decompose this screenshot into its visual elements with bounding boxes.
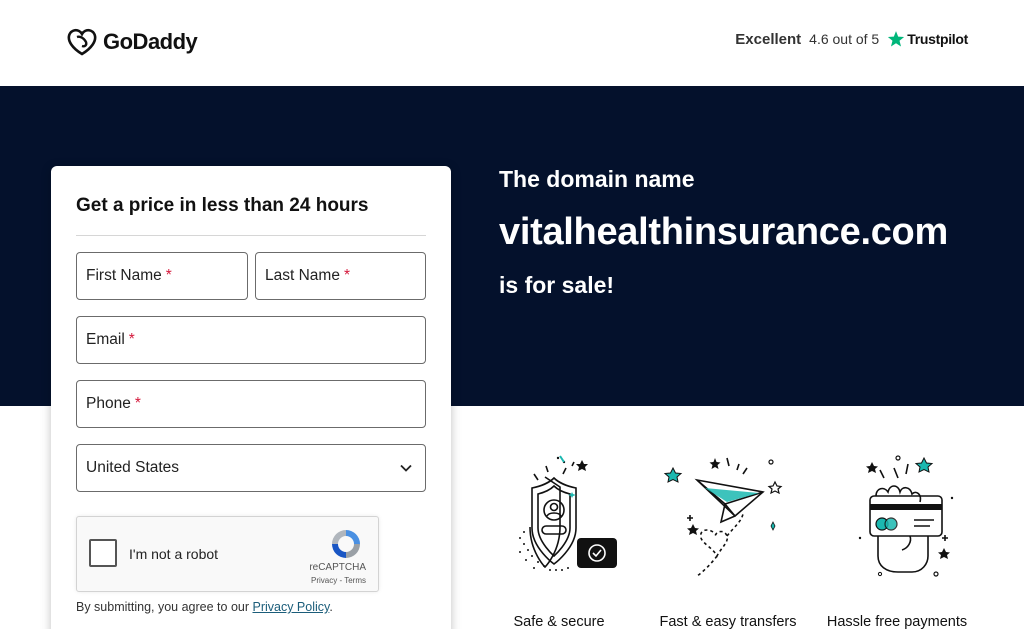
domain-name: vitalhealthinsurance.com: [499, 211, 948, 253]
recaptcha-logo: [326, 527, 366, 561]
rating-score: 4.6 out of 5: [809, 31, 880, 47]
privacy-policy-link[interactable]: Privacy Policy: [252, 600, 329, 614]
shield-icon: [519, 455, 617, 571]
disclaimer-text: By submitting, you agree to our: [76, 600, 253, 614]
hero-text: The domain name vitalhealthinsurance.com…: [499, 166, 948, 299]
email-label: Email: [86, 331, 125, 348]
first-name-field[interactable]: First Name *: [76, 252, 248, 300]
last-name-field[interactable]: Last Name *: [255, 252, 426, 300]
last-name-label: Last Name: [265, 267, 340, 284]
recaptcha-checkbox[interactable]: [89, 539, 117, 567]
feature-label: Fast & easy transfers: [659, 614, 797, 629]
trustpilot-label: Trustpilot: [907, 31, 968, 47]
star-icon: [888, 31, 905, 47]
feature-hassle-free-payments: Hassle free payments: [822, 452, 972, 629]
feature-label: Safe & secure: [513, 614, 605, 629]
phone-field[interactable]: Phone *: [76, 380, 426, 428]
paper-plane-icon: [663, 457, 783, 577]
recaptcha-widget: I'm not a robot reCAPTCHA Privacy - Term…: [76, 516, 379, 592]
trustpilot-rating[interactable]: Excellent 4.6 out of 5 Trustpilot: [735, 30, 968, 48]
disclaimer-suffix: .: [329, 600, 333, 614]
country-select[interactable]: United States: [76, 444, 426, 492]
feature-label: Hassle free payments: [826, 614, 968, 629]
recaptcha-icon: [332, 530, 360, 558]
rating-word: Excellent: [735, 30, 802, 48]
country-value: United States: [86, 459, 180, 476]
email-field[interactable]: Email *: [76, 316, 426, 364]
required-mark: *: [128, 331, 135, 348]
header: GoDaddy Excellent 4.6 out of 5 Trustpilo…: [0, 0, 1024, 86]
phone-label: Phone: [86, 395, 131, 412]
godaddy-logo-icon: [67, 28, 97, 56]
chevron-down-icon: [400, 464, 412, 472]
trustpilot-brand: Trustpilot: [887, 30, 968, 48]
recaptcha-links: Privacy - Terms: [311, 576, 366, 585]
recaptcha-terms-link[interactable]: Terms: [344, 576, 366, 585]
privacy-disclaimer: By submitting, you agree to our Privacy …: [76, 600, 333, 614]
hero-for-sale: is for sale!: [499, 272, 615, 298]
brand-name: GoDaddy: [103, 29, 198, 54]
form-title: Get a price in less than 24 hours: [76, 195, 369, 216]
form-divider: [76, 235, 426, 236]
feature-safe-secure: Safe & secure: [484, 452, 634, 629]
card-hand-icon: [858, 455, 954, 577]
feature-fast-transfers: Fast & easy transfers: [653, 452, 803, 629]
required-mark: *: [343, 267, 350, 284]
first-name-label: First Name: [86, 267, 162, 284]
recaptcha-privacy-link[interactable]: Privacy: [311, 576, 337, 585]
hero-intro: The domain name: [499, 166, 695, 192]
recaptcha-label: I'm not a robot: [129, 546, 219, 562]
price-request-form: Get a price in less than 24 hours First …: [51, 166, 451, 629]
godaddy-logo[interactable]: GoDaddy: [67, 28, 198, 56]
recaptcha-brand: reCAPTCHA: [309, 562, 366, 573]
required-mark: *: [134, 395, 141, 412]
required-mark: *: [165, 267, 172, 284]
